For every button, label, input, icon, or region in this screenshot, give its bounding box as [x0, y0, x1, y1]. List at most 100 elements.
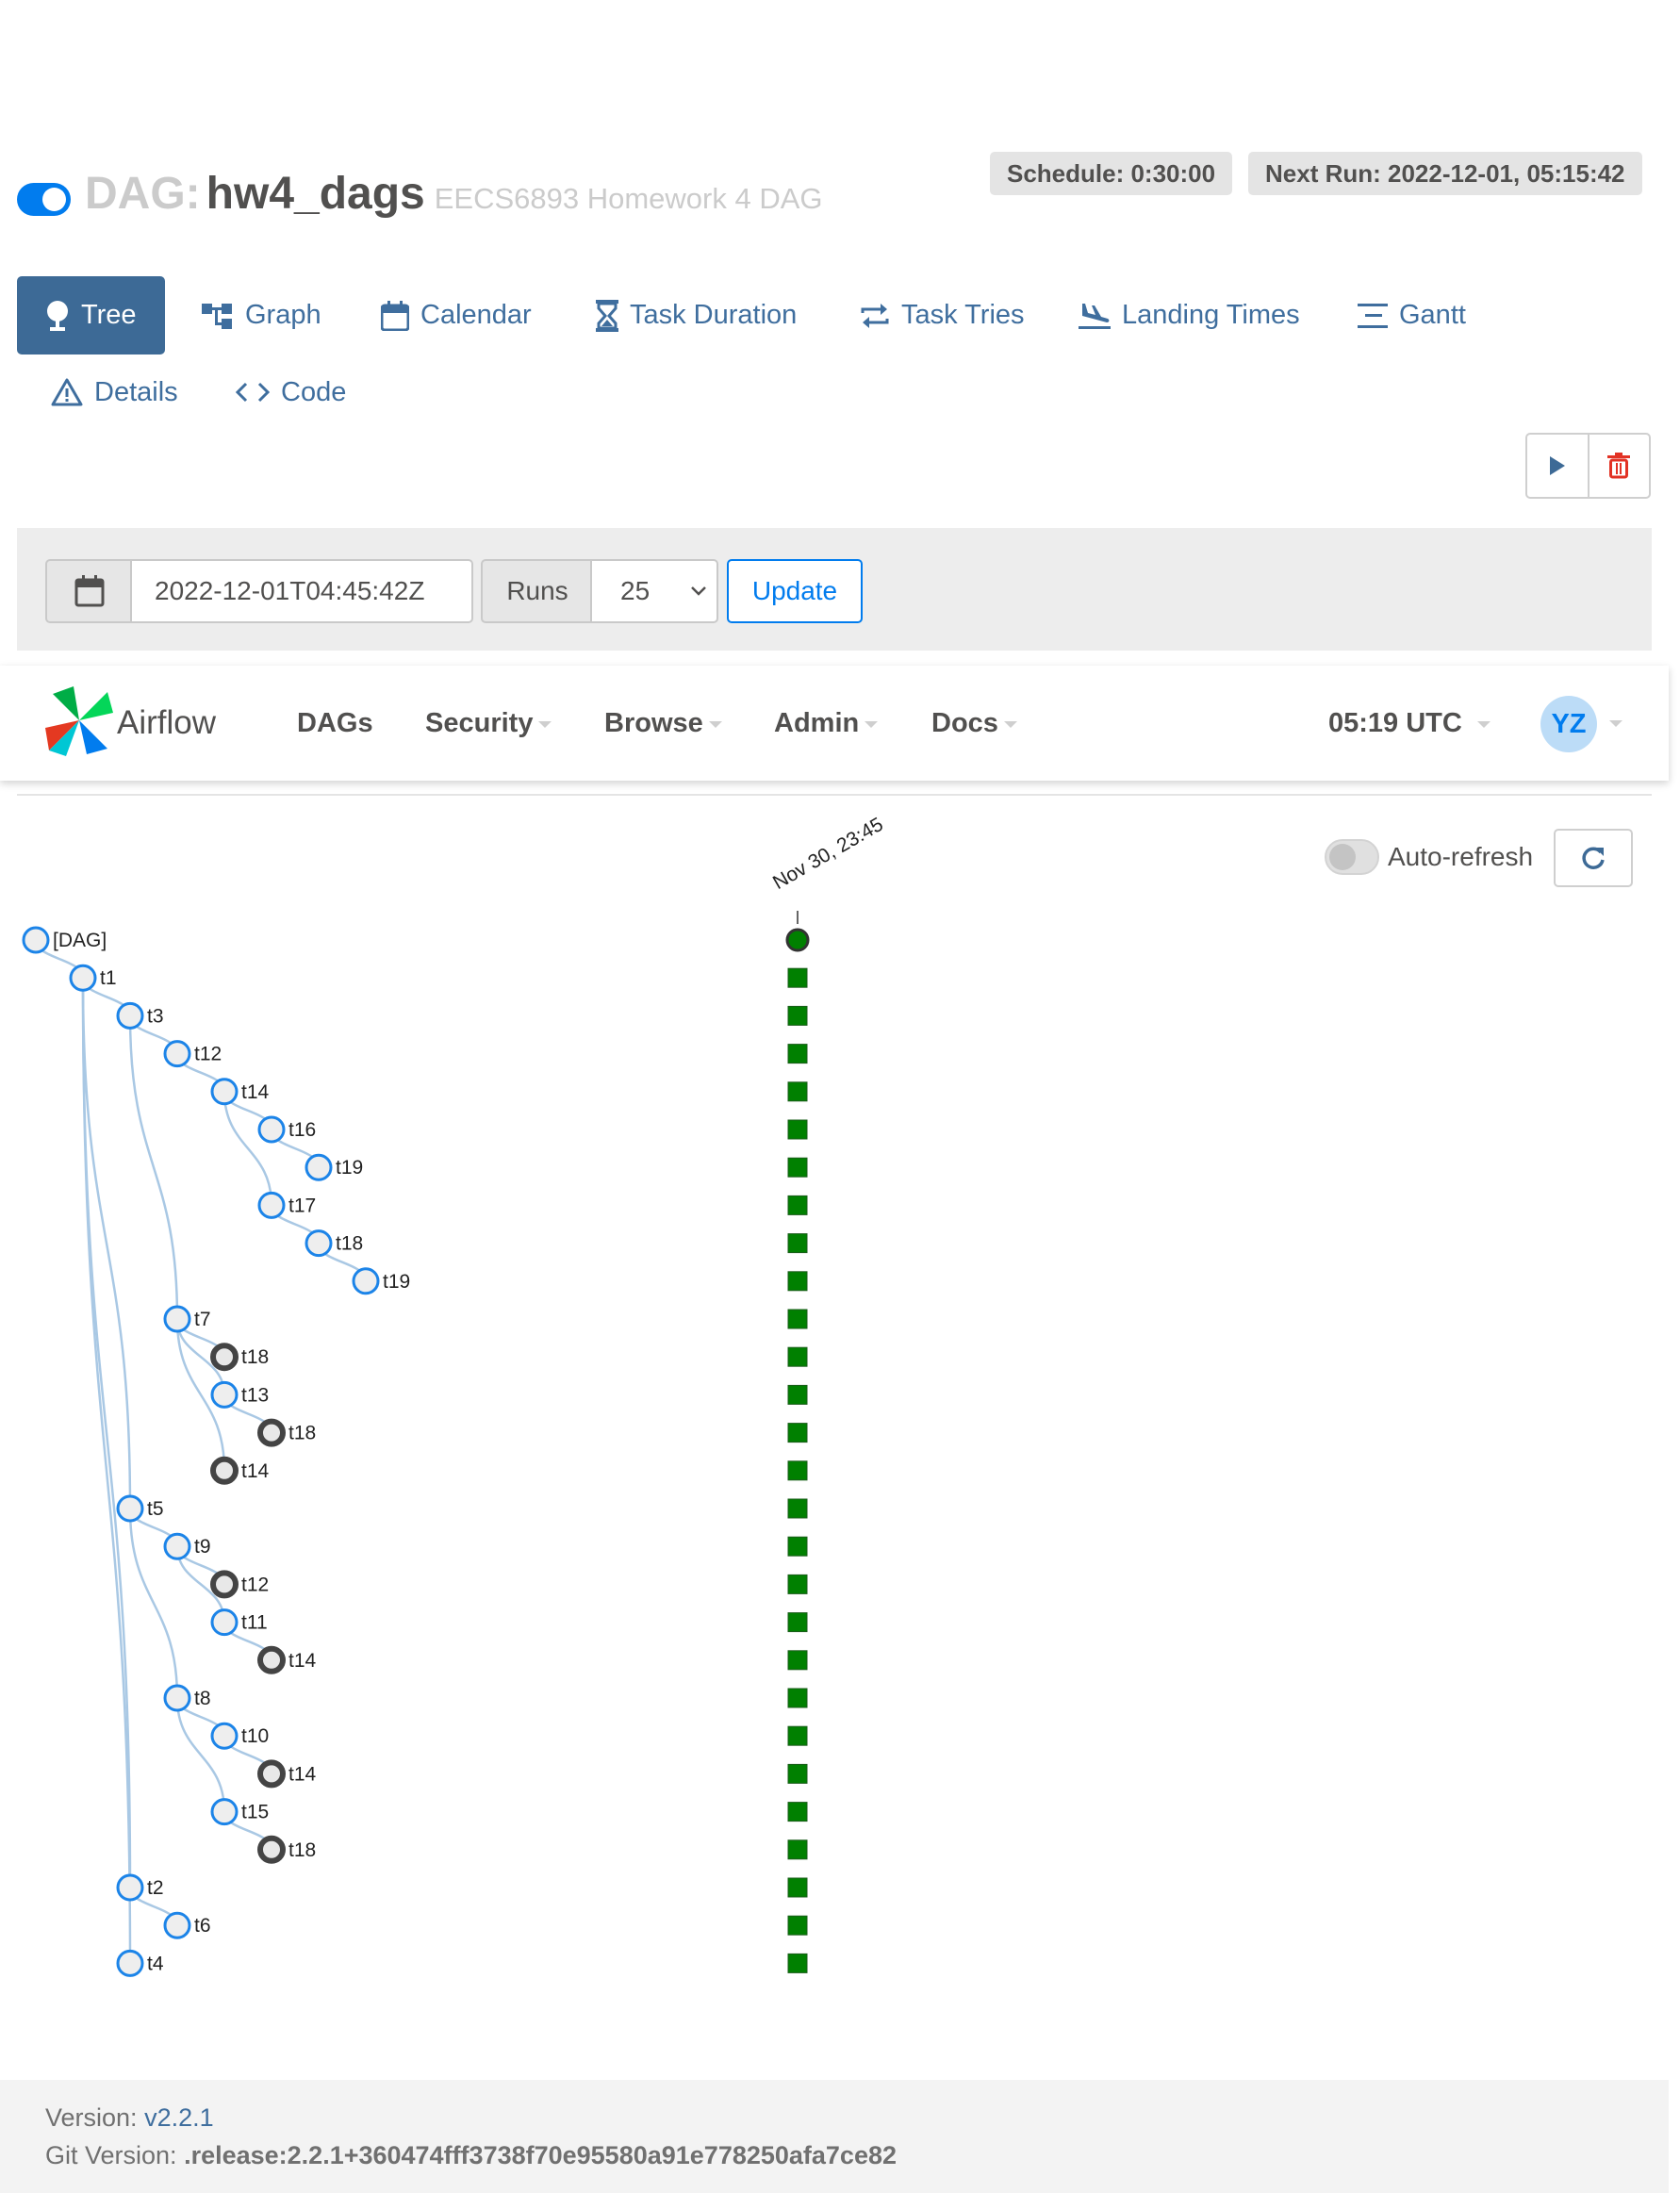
- task-instance-square[interactable]: [787, 1157, 808, 1178]
- task-instance-square[interactable]: [787, 1725, 808, 1746]
- tab-task-tries[interactable]: Task Tries: [860, 276, 1025, 355]
- tree-node-label[interactable]: t9: [194, 1536, 211, 1558]
- tree-node-label[interactable]: t8: [194, 1688, 211, 1709]
- tab-graph[interactable]: Graph: [202, 276, 321, 355]
- tab-task-duration[interactable]: Task Duration: [596, 276, 797, 355]
- tree-node-label[interactable]: t15: [241, 1802, 269, 1823]
- tree-node-label[interactable]: t12: [194, 1044, 222, 1065]
- tab-details[interactable]: Details: [51, 354, 178, 431]
- tree-node-label[interactable]: t3: [147, 1005, 164, 1027]
- nav-security[interactable]: Security: [425, 666, 552, 781]
- tree-node[interactable]: [257, 1115, 286, 1144]
- tree-node[interactable]: [210, 1380, 239, 1409]
- tree-node[interactable]: [22, 926, 50, 954]
- tree-node-label[interactable]: t19: [336, 1157, 363, 1179]
- tree-node-label[interactable]: t19: [383, 1271, 410, 1293]
- nav-admin[interactable]: Admin: [774, 666, 879, 781]
- tab-calendar[interactable]: Calendar: [381, 276, 532, 355]
- tree-node[interactable]: [257, 1835, 286, 1864]
- tree-node[interactable]: [257, 1645, 286, 1674]
- refresh-button[interactable]: [1554, 829, 1633, 887]
- tree-node[interactable]: [210, 1343, 239, 1372]
- tree-node-label[interactable]: t17: [288, 1195, 316, 1216]
- runs-select[interactable]: 25: [590, 559, 718, 623]
- base-date-input[interactable]: 2022-12-01T04:45:42Z: [130, 559, 473, 623]
- task-instance-square[interactable]: [787, 1763, 808, 1784]
- tree-node-label[interactable]: t18: [288, 1839, 316, 1861]
- tree-node-label[interactable]: t13: [241, 1384, 269, 1406]
- tree-node[interactable]: [116, 1494, 144, 1523]
- update-button[interactable]: Update: [727, 559, 863, 623]
- auto-refresh-toggle[interactable]: [1325, 839, 1379, 875]
- tree-node[interactable]: [257, 1418, 286, 1447]
- task-instance-square[interactable]: [787, 1498, 808, 1519]
- tab-code[interactable]: Code: [236, 354, 346, 431]
- task-instance-square[interactable]: [787, 1346, 808, 1367]
- timezone-clock[interactable]: 05:19 UTC: [1328, 666, 1491, 781]
- tab-gantt[interactable]: Gantt: [1358, 276, 1466, 355]
- version-link[interactable]: v2.2.1: [144, 2103, 214, 2132]
- task-instance-square[interactable]: [787, 1233, 808, 1254]
- tree-node-label[interactable]: t7: [194, 1309, 211, 1330]
- date-picker-button[interactable]: [45, 559, 132, 623]
- tree-node-label[interactable]: t6: [194, 1915, 211, 1937]
- tree-node[interactable]: [210, 1456, 239, 1485]
- tree-node-label[interactable]: t5: [147, 1498, 164, 1520]
- nav-browse[interactable]: Browse: [604, 666, 722, 781]
- task-instance-square[interactable]: [787, 1271, 808, 1292]
- task-instance-square[interactable]: [787, 1005, 808, 1026]
- task-instance-square[interactable]: [787, 1688, 808, 1708]
- tree-node[interactable]: [116, 1873, 144, 1902]
- dag-run-state[interactable]: [785, 928, 810, 952]
- tree-node-label[interactable]: t2: [147, 1877, 164, 1899]
- tree-node[interactable]: [352, 1267, 380, 1295]
- tree-node-label[interactable]: t18: [241, 1346, 269, 1368]
- tree-node[interactable]: [210, 1608, 239, 1637]
- tree-node[interactable]: [305, 1229, 333, 1258]
- tree-node[interactable]: [163, 1040, 191, 1068]
- tree-node-label[interactable]: t11: [241, 1612, 268, 1634]
- tree-node-label[interactable]: t18: [288, 1423, 316, 1444]
- tree-node-label[interactable]: t18: [336, 1233, 363, 1255]
- nav-dags[interactable]: DAGs: [297, 666, 373, 781]
- task-instance-square[interactable]: [787, 1044, 808, 1064]
- trigger-dag-button[interactable]: [1527, 435, 1589, 497]
- tree-node[interactable]: [163, 1684, 191, 1712]
- tree-node[interactable]: [210, 1722, 239, 1750]
- tab-landing-times[interactable]: Landing Times: [1079, 276, 1300, 355]
- task-instance-square[interactable]: [787, 1612, 808, 1633]
- tree-node-label[interactable]: t14: [241, 1460, 270, 1482]
- task-instance-square[interactable]: [787, 967, 808, 988]
- tree-node-label[interactable]: t10: [241, 1725, 269, 1747]
- tree-node[interactable]: [163, 1305, 191, 1333]
- task-instance-square[interactable]: [787, 1915, 808, 1936]
- tree-node-label[interactable]: t14: [288, 1650, 317, 1672]
- tree-node-label[interactable]: t14: [241, 1081, 270, 1103]
- brand-name[interactable]: Airflow: [117, 666, 216, 781]
- tree-node[interactable]: [163, 1911, 191, 1939]
- tree-node[interactable]: [257, 1191, 286, 1219]
- task-instance-square[interactable]: [787, 1195, 808, 1215]
- task-instance-square[interactable]: [787, 1802, 808, 1822]
- tree-node[interactable]: [163, 1532, 191, 1560]
- task-instance-square[interactable]: [787, 1081, 808, 1102]
- task-instance-square[interactable]: [787, 1423, 808, 1443]
- tree-node[interactable]: [210, 1798, 239, 1826]
- tree-node[interactable]: [116, 1949, 144, 1977]
- task-instance-square[interactable]: [787, 1119, 808, 1140]
- tree-node[interactable]: [257, 1759, 286, 1789]
- tree-node-label[interactable]: [DAG]: [53, 930, 107, 951]
- tree-node[interactable]: [116, 1001, 144, 1030]
- task-instance-square[interactable]: [787, 1309, 808, 1329]
- task-instance-square[interactable]: [787, 1574, 808, 1594]
- tree-node[interactable]: [210, 1078, 239, 1106]
- tab-tree[interactable]: Tree: [17, 276, 165, 355]
- task-instance-square[interactable]: [787, 1384, 808, 1405]
- tree-node[interactable]: [305, 1153, 333, 1181]
- task-instance-square[interactable]: [787, 1877, 808, 1898]
- tree-node-label[interactable]: t4: [147, 1953, 164, 1974]
- tree-node[interactable]: [69, 964, 97, 992]
- tree-node-label[interactable]: t16: [288, 1119, 316, 1141]
- task-instance-square[interactable]: [787, 1953, 808, 1973]
- tree-node-label[interactable]: t1: [100, 967, 117, 989]
